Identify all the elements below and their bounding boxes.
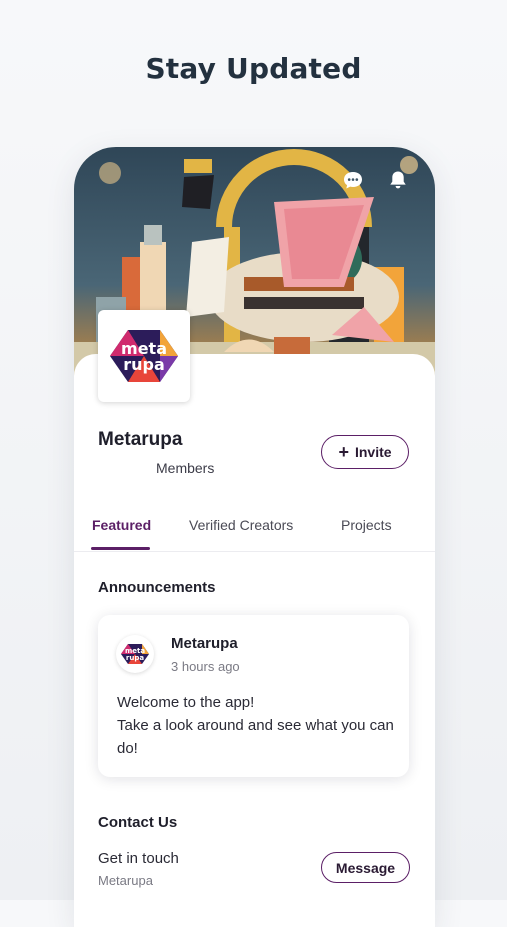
post-body-line2: Take a look around and see what you can … [117,717,394,757]
chat-icon[interactable] [342,169,364,191]
contact-title: Contact Us [98,814,178,831]
headline: Stay Updated [145,52,362,85]
phone-frame: meta rupa Metarupa Members + Invite Feat… [74,147,435,927]
announcement-card[interactable]: meta rupa Metarupa 3 hours ago Welcome t… [98,615,409,777]
invite-button[interactable]: + Invite [321,435,409,469]
message-button[interactable]: Message [321,852,410,883]
contact-get-in-touch: Get in touch [98,850,179,867]
logo-text-bottom: rupa [123,355,165,374]
tab-projects[interactable]: Projects [341,517,392,533]
post-timestamp: 3 hours ago [171,659,240,674]
tab-bar: Featured Verified Creators Projects [74,509,435,552]
community-logo: meta rupa [98,310,190,402]
invite-label: Invite [354,444,392,460]
plus-icon: + [338,442,349,462]
bell-icon[interactable] [387,169,409,191]
tab-verified-creators[interactable]: Verified Creators [189,517,293,533]
post-body-line1: Welcome to the app! [117,694,255,711]
post-body: Welcome to the app! Take a look around a… [117,691,402,760]
contact-name: Metarupa [98,873,153,888]
avatar[interactable]: meta rupa [116,635,154,673]
active-tab-indicator [91,547,150,550]
announcements-title: Announcements [98,579,216,596]
post-author[interactable]: Metarupa [171,635,238,652]
members-label[interactable]: Members [156,460,214,476]
community-name: Metarupa [98,429,183,450]
tab-featured[interactable]: Featured [92,517,151,533]
avatar-text-bottom: rupa [126,654,144,662]
